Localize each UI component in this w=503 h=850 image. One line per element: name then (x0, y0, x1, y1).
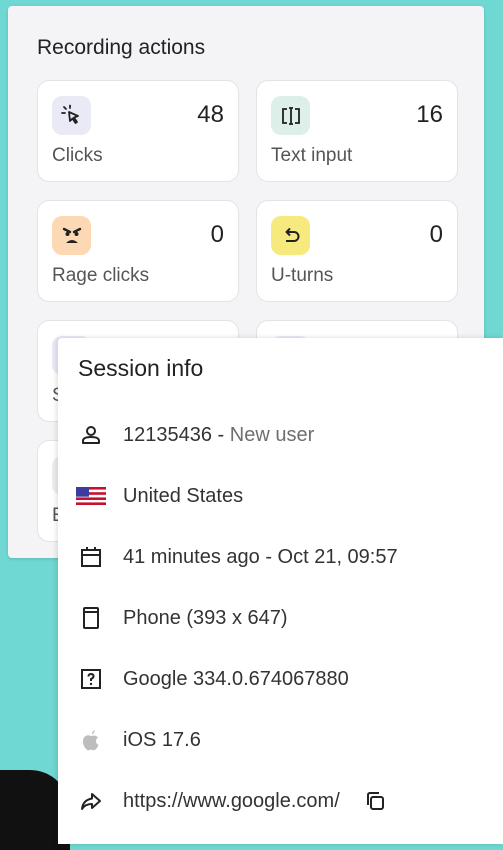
user-separator: - (211, 423, 230, 446)
session-info-title: Session info (78, 355, 204, 381)
text-cursor-icon (271, 96, 310, 135)
u-turns-count: 0 (429, 221, 443, 248)
os-row: iOS 17.6 (76, 723, 201, 757)
os-text: iOS 17.6 (123, 728, 201, 751)
text-input-count: 16 (416, 101, 443, 128)
browser-text: Google 334.0.674067880 (123, 667, 349, 690)
clicks-card[interactable]: 48 Clicks (37, 80, 239, 182)
phone-icon (76, 603, 106, 633)
pointer-click-icon (52, 96, 91, 135)
browser-row: Google 334.0.674067880 (76, 662, 349, 696)
rage-clicks-count: 0 (210, 221, 224, 248)
user-status: New user (229, 423, 315, 446)
user-row: 12135436 - New user (76, 418, 314, 452)
person-icon (76, 420, 106, 450)
time-text: 41 minutes ago - Oct 21, 09:57 (123, 545, 398, 568)
rage-clicks-card[interactable]: 0 Rage clicks (37, 200, 239, 302)
u-turns-label: U-turns (271, 265, 334, 286)
user-id: 12135436 (123, 423, 212, 446)
device-text: Phone (393 x 647) (123, 606, 288, 629)
u-turn-icon (271, 216, 310, 255)
recording-actions-title: Recording actions (37, 36, 206, 59)
copy-icon[interactable] (360, 786, 390, 816)
country-row: United States (76, 479, 243, 513)
rage-clicks-label: Rage clicks (52, 265, 150, 286)
unknown-browser-icon (76, 664, 106, 694)
country-text: United States (123, 484, 244, 507)
text-input-label: Text input (271, 145, 353, 166)
device-row: Phone (393 x 647) (76, 601, 288, 635)
referrer-link[interactable]: https://www.google.com/ (123, 790, 340, 813)
referrer-row: https://www.google.com/ (76, 784, 390, 818)
u-turns-card[interactable]: 0 U-turns (256, 200, 458, 302)
session-info-panel: Session info 12135436 - New user United … (58, 338, 503, 844)
text-input-card[interactable]: 16 Text input (256, 80, 458, 182)
time-row: 41 minutes ago - Oct 21, 09:57 (76, 540, 398, 574)
calendar-icon (76, 542, 106, 572)
us-flag-icon (76, 481, 106, 511)
clicks-count: 48 (197, 101, 224, 128)
angry-face-icon (52, 216, 91, 255)
clicks-label: Clicks (52, 145, 103, 166)
apple-icon (76, 725, 106, 755)
share-arrow-icon (76, 786, 106, 816)
